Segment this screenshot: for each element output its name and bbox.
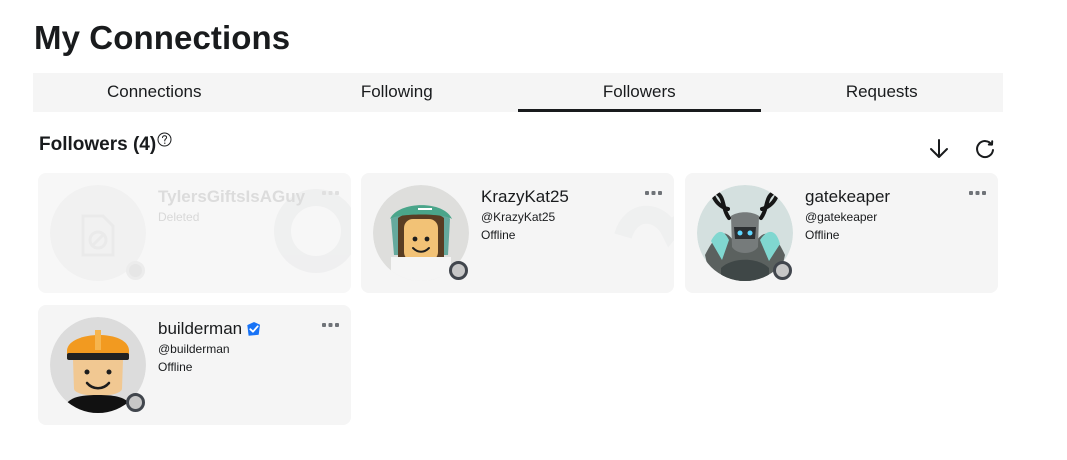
username: @gatekeaper [805,210,878,224]
connections-page: My Connections Connections Following Fol… [0,0,1067,460]
card-info: builderman @builderman Offline [158,318,262,376]
section-title: Followers (4) [39,134,157,155]
presence-status: Offline [158,360,193,374]
presence-indicator [449,261,468,280]
page-title: My Connections [34,19,291,56]
presence-status: Offline [805,228,840,242]
display-name-row: builderman [158,318,262,340]
tab-connections[interactable]: Connections [33,73,276,112]
presence-indicator [126,261,145,280]
display-name: KrazyKat25 [481,187,569,206]
refresh-icon [976,140,994,159]
ellipsis-icon [969,190,986,195]
avatar-container [50,185,146,281]
card-info: gatekeaper @gatekeaper Offline [805,186,890,244]
tab-following[interactable]: Following [276,73,519,112]
username: @KrazyKat25 [481,210,556,224]
verified-badge-icon [246,321,262,337]
ellipsis-icon [322,190,339,195]
presence-indicator [773,261,792,280]
more-options-button[interactable] [321,320,340,330]
avatar-container [697,185,793,281]
display-name: gatekeaper [805,187,891,206]
more-options-button[interactable] [644,188,663,198]
card-info: TylersGiftsIsAGuy Deleted [158,186,305,226]
follower-card[interactable]: TylersGiftsIsAGuy Deleted [38,173,351,293]
ellipsis-icon [645,190,662,195]
tab-requests[interactable]: Requests [761,73,1004,112]
presence-indicator [126,393,145,412]
display-name: builderman [158,319,243,338]
display-name: TylersGiftsIsAGuy [158,187,306,206]
ellipsis-icon [322,322,339,327]
more-options-button[interactable] [968,188,987,198]
presence-status: Offline [481,228,516,242]
follower-card[interactable]: KrazyKat25 @KrazyKat25 Offline [361,173,674,293]
avatar-container [50,317,146,413]
tab-followers[interactable]: Followers [518,73,761,112]
follower-card[interactable]: builderman @builderman Offline [38,305,351,425]
sort-button[interactable] [926,136,952,162]
username: @builderman [158,342,230,356]
card-info: KrazyKat25 @KrazyKat25 Offline [481,186,569,244]
section-actions [926,136,998,162]
question-circle-icon[interactable] [157,132,172,147]
refresh-button[interactable] [972,136,998,162]
follower-card[interactable]: gatekeaper @gatekeaper Offline [685,173,998,293]
account-status: Deleted [158,210,200,224]
followers-header: Followers (4) [39,132,172,157]
avatar-container [373,185,469,281]
more-options-button[interactable] [321,188,340,198]
connections-tabs: Connections Following Followers Requests [33,73,1003,112]
sort-down-icon [930,139,948,158]
